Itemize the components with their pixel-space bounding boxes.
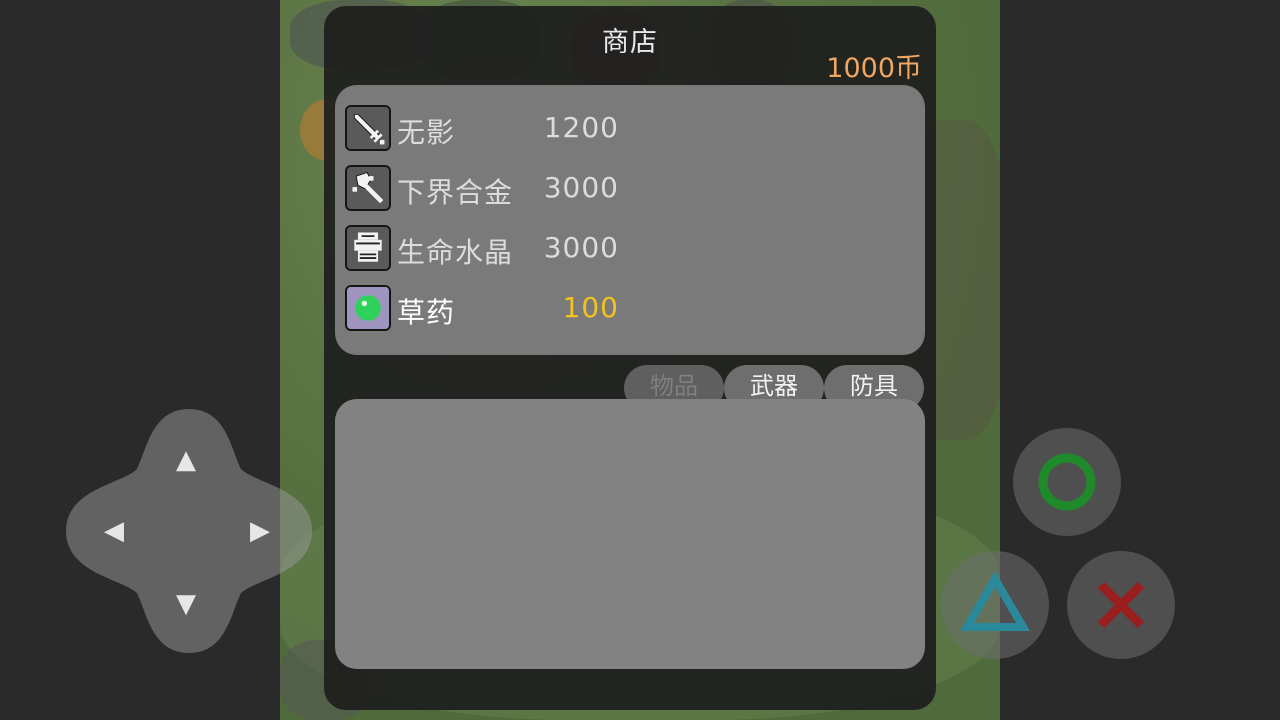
item-list-panel: 无影 1200 下界合金 3000 生命水晶 3000 草药 100 [335,85,925,355]
triangle-button[interactable] [941,551,1049,659]
dpad-right-arrow-icon[interactable]: ▶ [250,518,270,544]
shop-window: 商店 1000币 无影 1200 下界合金 3000 生命水晶 3000 草药 … [324,6,936,710]
cross-icon [1097,581,1145,629]
item-name: 草药 [397,296,456,329]
triangle-icon [960,571,1030,631]
shop-item-row-selected[interactable]: 草药 100 [345,285,905,335]
item-price: 3000 [543,231,619,264]
sword-icon [345,105,391,151]
cross-button[interactable] [1067,551,1175,659]
circle-icon [1038,453,1096,511]
dpad-up-arrow-icon[interactable]: ▲ [176,447,196,473]
item-name: 无影 [397,116,456,149]
shop-item-row[interactable]: 生命水晶 3000 [345,225,905,275]
item-price: 1200 [543,111,619,144]
shop-item-row[interactable]: 下界合金 3000 [345,165,905,215]
dpad-down-arrow-icon[interactable]: ▼ [176,591,196,617]
item-description-panel [335,399,925,669]
green-orb-icon [345,285,391,331]
armor-icon [345,225,391,271]
item-price: 3000 [543,171,619,204]
item-price: 100 [562,291,619,324]
circle-button[interactable] [1013,428,1121,536]
shop-item-row[interactable]: 无影 1200 [345,105,905,155]
axe-icon [345,165,391,211]
dpad-left-arrow-icon[interactable]: ◀ [104,518,124,544]
dpad[interactable]: ▲ ▼ ◀ ▶ [66,409,312,653]
coin-balance: 1000币 [826,53,922,84]
